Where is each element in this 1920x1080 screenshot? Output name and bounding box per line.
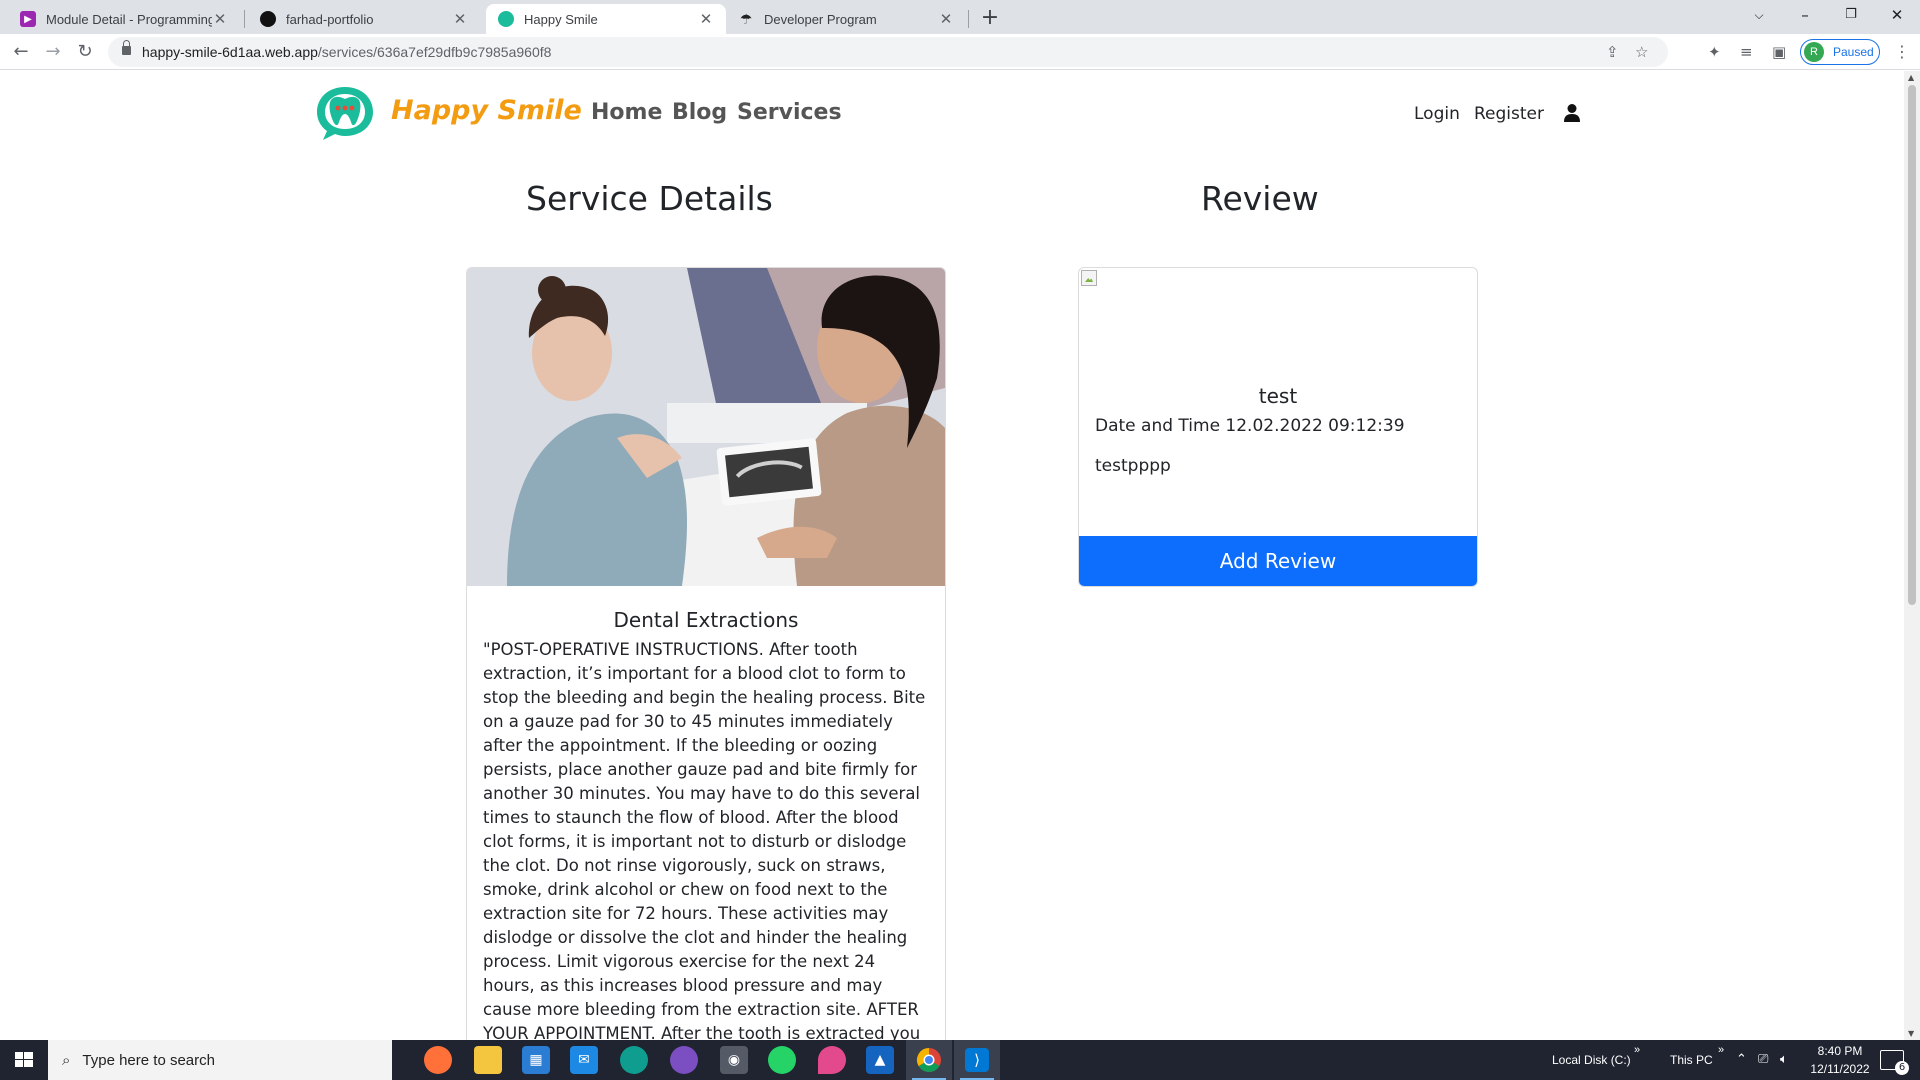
browser-tab-strip: ▶ Module Detail - Programming Hero ✕ far… <box>0 0 1920 34</box>
review-text: testpppp <box>1095 456 1171 476</box>
reviewer-name: test <box>1258 384 1298 408</box>
register-link[interactable]: Register <box>1474 104 1544 124</box>
firefox-icon[interactable] <box>424 1046 452 1074</box>
tab-title: Happy Smile <box>524 11 598 27</box>
review-date: Date and Time 12.02.2022 09:12:39 <box>1095 416 1405 436</box>
close-tab-icon[interactable]: ✕ <box>212 10 228 28</box>
back-arrow-icon[interactable]: ← <box>7 38 35 66</box>
tab-module-detail[interactable]: ▶ Module Detail - Programming Hero ✕ <box>8 4 240 34</box>
nav-services-link[interactable]: Services <box>737 100 842 125</box>
tab-divider <box>968 10 969 28</box>
profile-status: Paused <box>1833 45 1874 59</box>
service-name: Dental Extractions <box>613 608 799 632</box>
show-hidden-icons-icon[interactable]: ⌃ <box>1736 1052 1747 1067</box>
review-heading: Review <box>1201 179 1319 218</box>
happy-smile-favicon-icon <box>498 11 514 27</box>
login-link[interactable]: Login <box>1414 104 1460 124</box>
file-explorer-icon[interactable] <box>474 1046 502 1074</box>
media-control-icon[interactable]: ≡ <box>1740 43 1753 61</box>
profile-avatar: R <box>1804 42 1824 62</box>
portfolio-favicon-icon <box>260 11 276 27</box>
url-text[interactable]: happy-smile-6d1aa.web.app/services/636a7… <box>142 44 551 60</box>
new-tab-button[interactable]: + <box>976 5 1004 33</box>
brand-name[interactable]: Happy Smile <box>391 95 582 126</box>
color-picker-icon[interactable] <box>818 1046 846 1074</box>
restore-window-icon[interactable]: ❐ <box>1828 0 1874 30</box>
vscode-taskbar-button[interactable]: ⟩ <box>954 1040 1000 1080</box>
happy-smile-logo-icon[interactable] <box>314 84 376 142</box>
tab-farhad-portfolio[interactable]: farhad-portfolio ✕ <box>248 4 480 34</box>
windows-start-icon[interactable] <box>0 1040 48 1080</box>
notification-center-icon[interactable]: 6 <box>1880 1050 1909 1075</box>
taskbar-search[interactable]: ⌕ Type here to search <box>48 1040 392 1080</box>
toolbar-expand-icon[interactable]: » <box>1718 1044 1724 1056</box>
photos-icon[interactable]: ▲ <box>866 1046 894 1074</box>
volume-icon[interactable]: 🔈︎ <box>1780 1052 1788 1067</box>
browser-toolbar: ← → ↻ happy-smile-6d1aa.web.app/services… <box>0 34 1920 70</box>
extensions-puzzle-icon[interactable]: ✦ <box>1708 43 1721 61</box>
tab-search-chevron-icon[interactable]: ⌵ <box>1736 0 1782 30</box>
reload-icon[interactable]: ↻ <box>71 38 99 66</box>
service-description: "POST-OPERATIVE INSTRUCTIONS. After toot… <box>483 640 926 1041</box>
side-panel-icon[interactable]: ▣ <box>1772 43 1786 61</box>
chrome-taskbar-button[interactable] <box>906 1040 952 1080</box>
nav-blog-link[interactable]: Blog <box>672 100 727 125</box>
lock-icon <box>122 40 131 55</box>
microsoft-store-icon[interactable]: ▦ <box>522 1046 550 1074</box>
close-tab-icon[interactable]: ✕ <box>452 10 468 28</box>
url-path: /services/636a7ef29dfb9c7985a960f8 <box>317 44 552 60</box>
review-card: test Date and Time 12.02.2022 09:12:39 t… <box>1078 267 1478 587</box>
mail-icon[interactable]: ✉ <box>570 1046 598 1074</box>
scroll-up-arrow-icon[interactable]: ▲ <box>1908 73 1914 82</box>
camera-icon[interactable]: ◉ <box>720 1046 748 1074</box>
url-host: happy-smile-6d1aa.web.app <box>142 44 318 60</box>
broken-image-icon <box>1081 270 1097 286</box>
close-tab-icon[interactable]: ✕ <box>938 10 954 28</box>
scrollbar-thumb[interactable] <box>1908 85 1916 605</box>
close-tab-icon[interactable]: ✕ <box>698 10 714 28</box>
nav-home-link[interactable]: Home <box>591 100 662 125</box>
search-placeholder: Type here to search <box>82 1051 215 1069</box>
tab-title: Module Detail - Programming Hero <box>46 11 212 27</box>
programming-hero-favicon-icon: ▶ <box>20 11 36 27</box>
this-pc-toolbar[interactable]: This PC <box>1670 1053 1713 1067</box>
service-card: Dental Extractions "POST-OPERATIVE INSTR… <box>466 267 946 1041</box>
bookmark-star-icon[interactable]: ☆ <box>1635 43 1648 61</box>
tab-title: Developer Program <box>764 11 877 27</box>
scroll-down-arrow-icon[interactable]: ▼ <box>1908 1029 1914 1038</box>
notification-count: 6 <box>1895 1061 1909 1075</box>
toolbar-expand-icon[interactable]: » <box>1634 1044 1640 1056</box>
tab-happy-smile[interactable]: Happy Smile ✕ <box>486 4 726 34</box>
service-photo <box>467 268 945 586</box>
browser-menu-icon[interactable]: ⋮ <box>1894 42 1910 61</box>
forward-arrow-icon[interactable]: → <box>39 38 67 66</box>
edge-icon[interactable] <box>620 1046 648 1074</box>
minimize-window-icon[interactable]: – <box>1782 0 1828 30</box>
viber-icon[interactable] <box>670 1046 698 1074</box>
page-scrollbar[interactable]: ▲ ▼ <box>1904 71 1920 1041</box>
tab-divider <box>244 10 245 28</box>
search-icon: ⌕ <box>62 1051 71 1069</box>
vscode-icon: ⟩ <box>965 1048 989 1072</box>
network-icon[interactable]: ⎚ <box>1758 1052 1768 1067</box>
windows-taskbar: ⌕ Type here to search ▦ ✉ ◉ ▲ ⟩ Local Di… <box>0 1040 1920 1080</box>
developer-program-favicon-icon: ☂ <box>739 10 753 27</box>
clock-date[interactable]: 12/11/2022 <box>1806 1062 1874 1076</box>
local-disk-toolbar[interactable]: Local Disk (C:) <box>1552 1053 1631 1067</box>
tab-title: farhad-portfolio <box>286 11 374 27</box>
whatsapp-icon[interactable] <box>768 1046 796 1074</box>
service-details-heading: Service Details <box>526 179 773 218</box>
user-profile-icon[interactable] <box>1563 103 1581 123</box>
chrome-icon <box>916 1048 941 1073</box>
page-viewport: Happy Smile Home Blog Services Login Reg… <box>0 71 1904 1041</box>
close-window-icon[interactable]: ✕ <box>1874 0 1920 30</box>
profile-button[interactable]: R Paused <box>1800 39 1880 65</box>
share-icon[interactable]: ⇪ <box>1606 43 1619 61</box>
clock-time[interactable]: 8:40 PM <box>1812 1044 1868 1058</box>
add-review-button[interactable]: Add Review <box>1079 536 1477 586</box>
tab-developer-program[interactable]: ☂ Developer Program ✕ <box>726 4 966 34</box>
address-bar[interactable]: happy-smile-6d1aa.web.app/services/636a7… <box>108 37 1668 67</box>
